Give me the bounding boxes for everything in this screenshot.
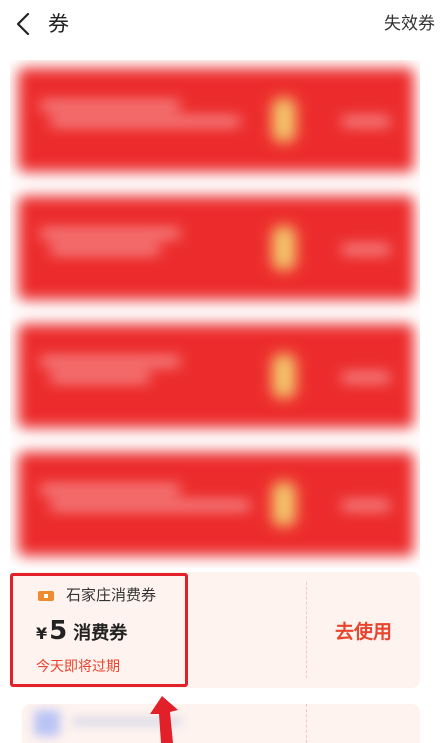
coupon-name: 石家庄消费券 bbox=[66, 586, 157, 604]
use-coupon-button[interactable]: 去使用 bbox=[335, 617, 392, 644]
page-title: 券 bbox=[48, 12, 69, 36]
coupon-type-label: 消费券 bbox=[73, 623, 128, 644]
chevron-left-icon bbox=[16, 12, 30, 36]
blurred-coupon-list bbox=[10, 60, 420, 568]
blurred-coupon-card[interactable] bbox=[10, 444, 420, 566]
ticket-icon bbox=[38, 591, 54, 601]
coupon-info: 石家庄消费券 ¥ 5 消费券 今天即将过期 bbox=[10, 572, 306, 688]
expire-notice: 今天即将过期 bbox=[36, 659, 120, 675]
coupon-card-shijiazhuang[interactable]: 石家庄消费券 ¥ 5 消费券 今天即将过期 去使用 bbox=[10, 572, 420, 688]
header: 券 失效券 bbox=[0, 0, 443, 50]
coupon-value: 5 bbox=[49, 616, 68, 646]
coupon-action: 去使用 bbox=[307, 572, 420, 688]
blurred-coupon-card[interactable] bbox=[10, 188, 420, 310]
back-button[interactable] bbox=[8, 8, 38, 40]
coupon-amount: ¥ 5 消费券 bbox=[36, 616, 127, 646]
annotation-arrow-icon bbox=[150, 696, 178, 743]
blurred-coupon-card[interactable] bbox=[10, 60, 420, 182]
currency-symbol: ¥ bbox=[36, 624, 48, 643]
blurred-coupon-card[interactable] bbox=[10, 316, 420, 438]
next-coupon-card[interactable] bbox=[22, 704, 420, 743]
invalid-coupons-link[interactable]: 失效券 bbox=[384, 12, 435, 36]
